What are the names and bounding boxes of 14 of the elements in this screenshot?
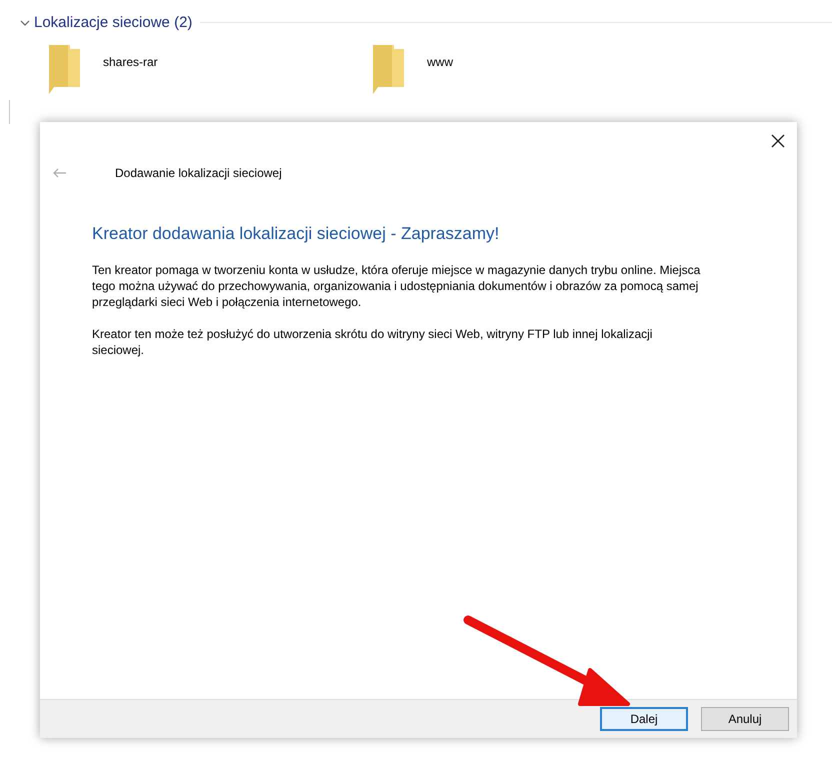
folder-icon[interactable] <box>48 43 81 95</box>
wizard-heading: Kreator dodawania lokalizacji sieciowej - Zapraszamy! <box>92 224 500 244</box>
folder-icon[interactable] <box>372 43 405 95</box>
dialog-button[interactable]: Anuluj <box>701 707 789 731</box>
folder-name[interactable]: www <box>427 55 453 69</box>
chevron-icon[interactable] <box>20 18 30 28</box>
back-arrow-icon[interactable] <box>53 168 67 178</box>
group-title[interactable]: Lokalizacje sieciowe (2) <box>34 14 192 31</box>
wizard-title: Dodawanie lokalizacji sieciowej <box>115 166 282 180</box>
description-text: Kreator ten może też posłużyć do utworzenia skrótu do witryny sieci Web, witryny FTP lub innej lokalizacji sieciowej. <box>92 326 654 358</box>
description-text: Ten kreator pomaga w tworzeniu konta w usłudze, która oferuje miejsce w magazynie danych trybu online. Miejsca tego można używać do przechowywania, organizowania i udostępniania dokumentów i obrazów za pomocą samej przeglądarki sieci Web i połączenia internetowego. <box>92 262 702 310</box>
dialog-button[interactable]: Dalej <box>600 707 688 731</box>
close-icon[interactable] <box>771 134 785 148</box>
folder-name[interactable]: shares-rar <box>103 55 158 69</box>
